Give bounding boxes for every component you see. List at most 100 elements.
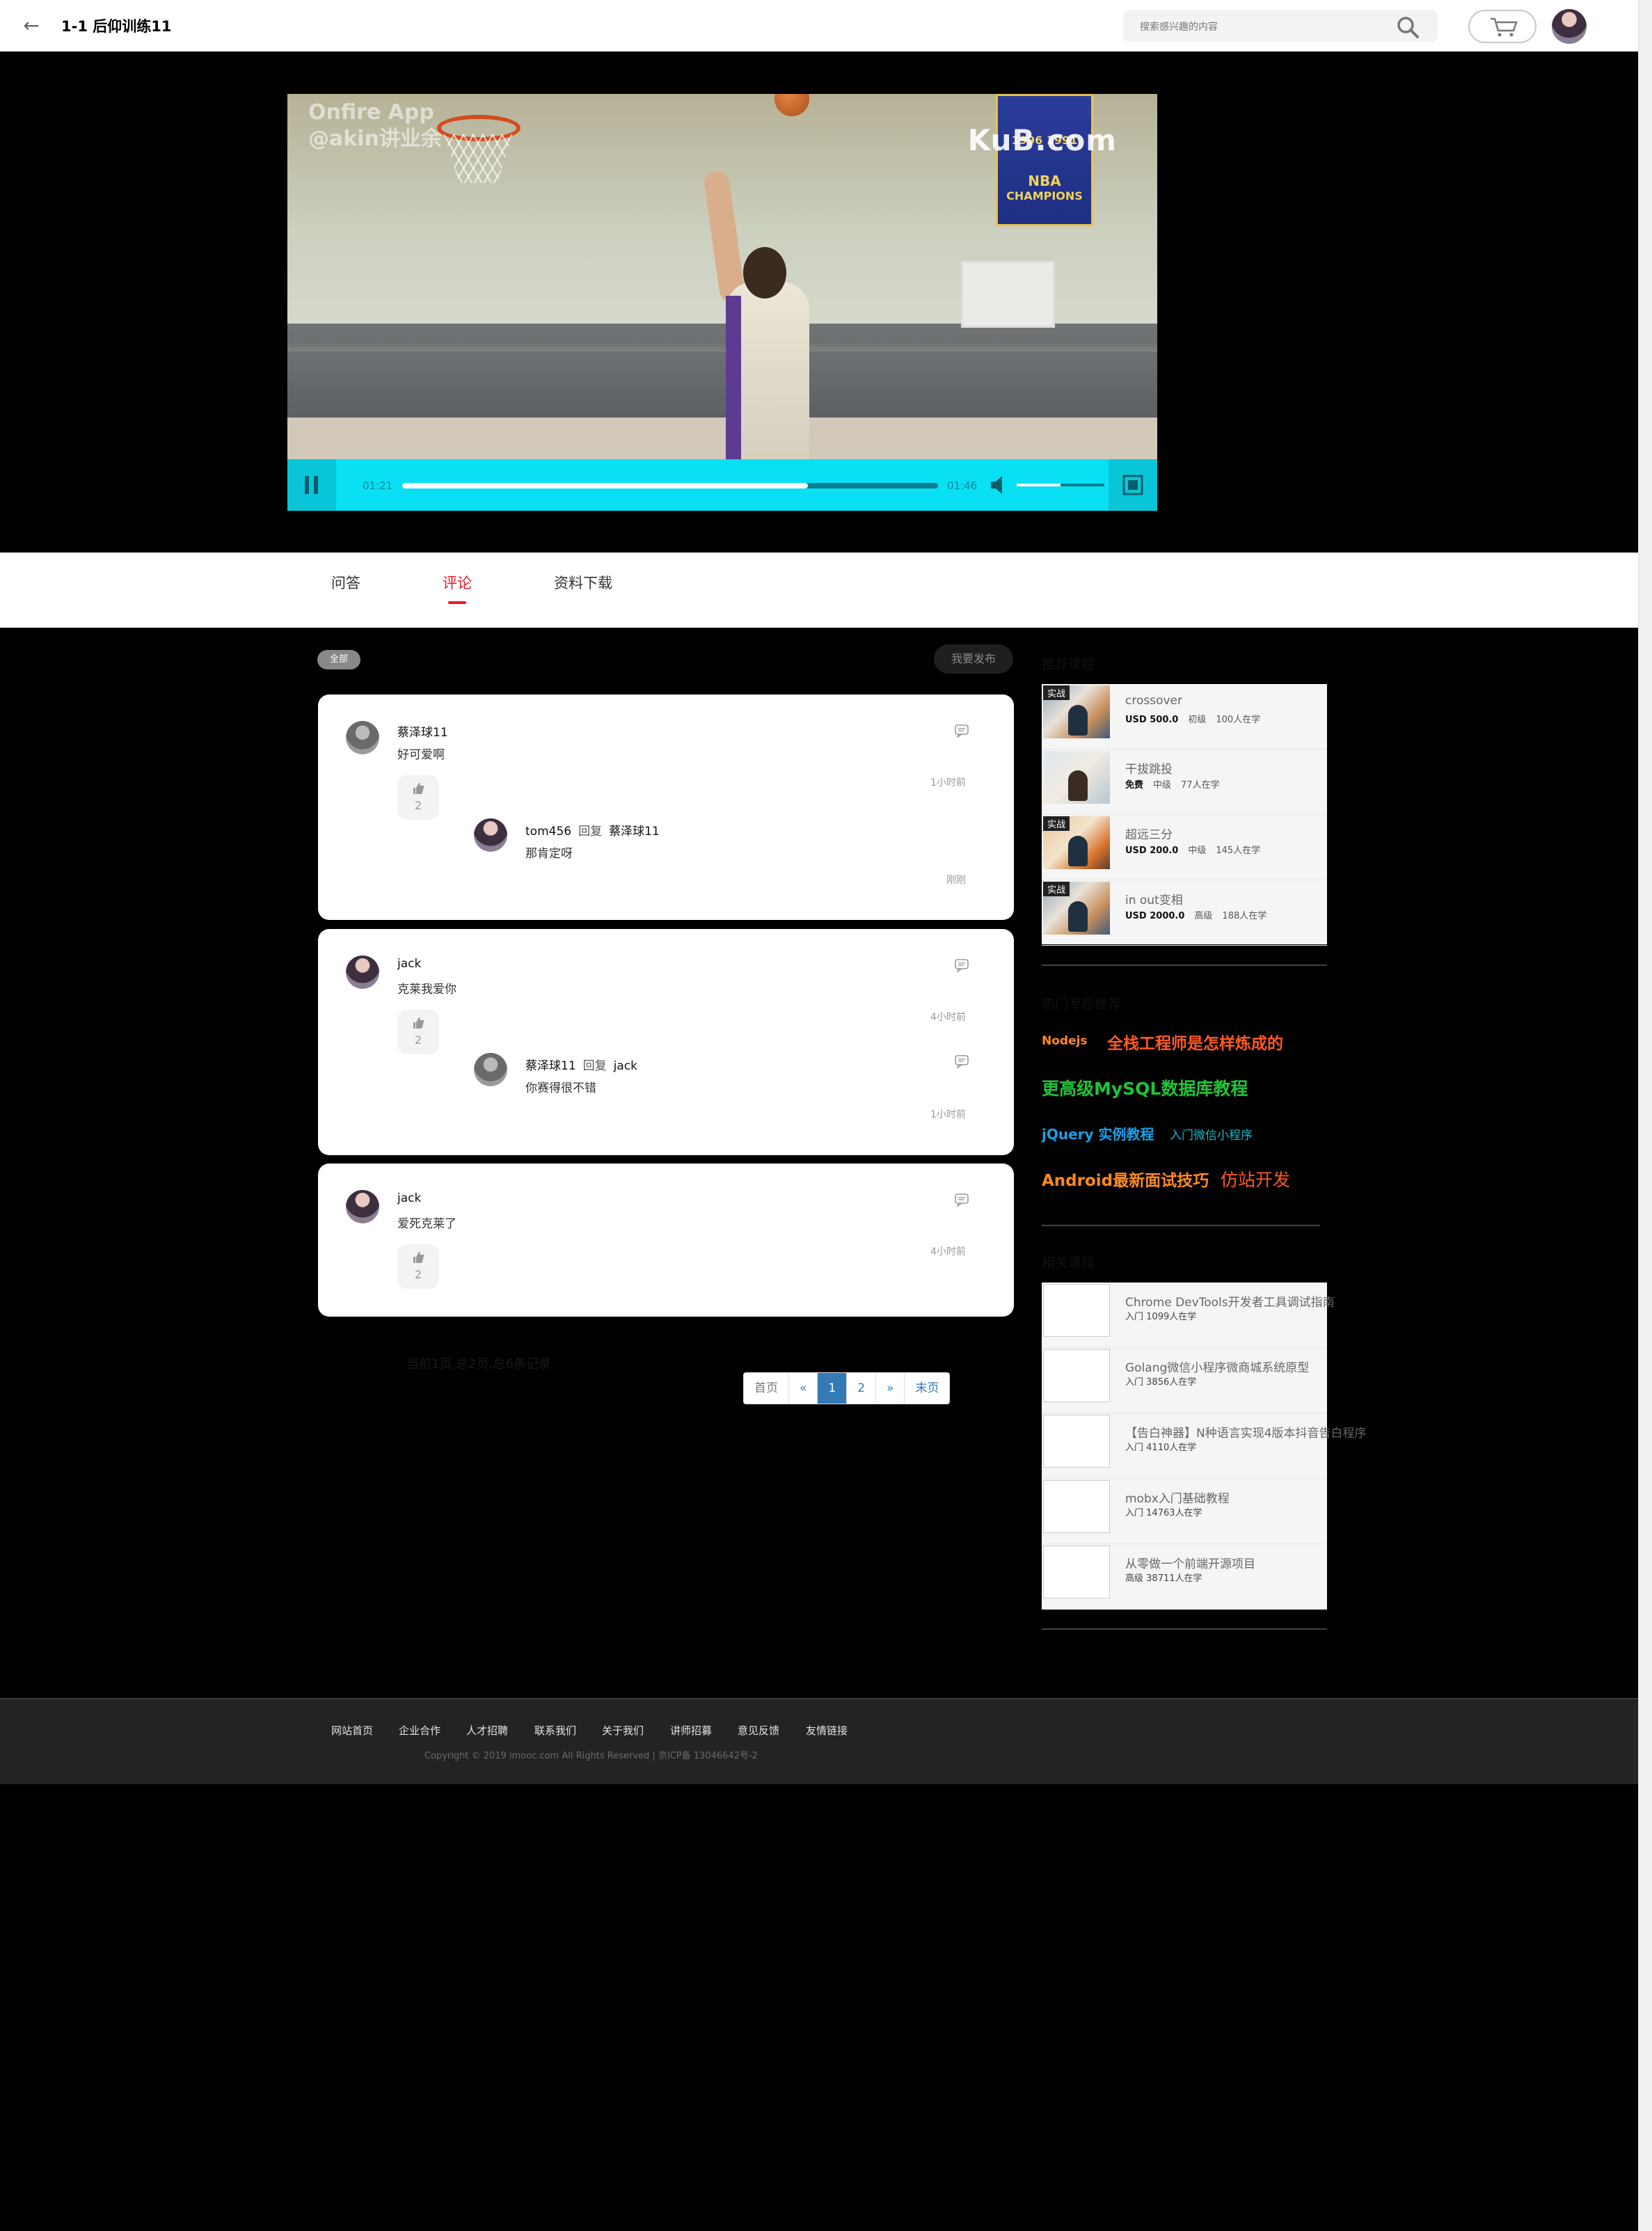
reply-icon[interactable] [954, 1193, 969, 1207]
like-button[interactable]: 2 [397, 1244, 439, 1289]
tab-comments[interactable]: 评论 [443, 572, 472, 604]
related-course-item[interactable]: 【告白神器】N种语言实现4版本抖音告白程序 入门 4110人在学 [1042, 1413, 1367, 1479]
player-figure [702, 169, 830, 459]
reply-username[interactable]: tom456 [525, 825, 571, 839]
fullscreen-icon [1122, 475, 1143, 495]
footer-link[interactable]: 企业合作 [399, 1723, 440, 1738]
page-1-button[interactable]: 1 [817, 1373, 847, 1404]
related-course-item[interactable]: Golang微信小程序微商城系统原型 入门 3856人在学 [1042, 1348, 1327, 1413]
course-level: 入门 [1125, 1312, 1144, 1322]
like-button[interactable]: 2 [397, 775, 439, 820]
comment-time: 1小时前 [930, 777, 966, 788]
page-2-button[interactable]: 2 [846, 1373, 875, 1404]
reply-word: 回复 [582, 1059, 607, 1073]
course-title: crossover [1125, 694, 1182, 708]
volume-icon[interactable] [989, 475, 1008, 495]
like-count: 2 [414, 1033, 422, 1047]
footer-link[interactable]: 关于我们 [602, 1723, 644, 1738]
fullscreen-button[interactable] [1109, 459, 1157, 511]
course-title: Chrome DevTools开发者工具调试指南 [1125, 1296, 1335, 1310]
last-page-button[interactable]: 末页 [904, 1373, 949, 1404]
course-meta: 入门 4110人在学 [1125, 1440, 1196, 1453]
course-title: 干拔跳投 [1125, 763, 1173, 777]
avatar [346, 1190, 379, 1223]
pause-button[interactable] [287, 459, 336, 511]
duration: 01:46 [947, 479, 978, 492]
hot-keyword[interactable]: jQuery 实例教程 [1042, 1123, 1154, 1143]
course-item[interactable]: 实战 超远三分 USD 200.0 中级 145人在学 [1042, 815, 1327, 880]
course-thumbnail [1043, 1349, 1110, 1402]
course-price: USD 200.0 [1125, 845, 1179, 856]
thumbs-up-icon [413, 1252, 424, 1263]
search-input[interactable]: 搜索感兴趣的内容 [1140, 19, 1218, 33]
hot-keyword[interactable]: Android最新面试技巧 [1042, 1167, 1209, 1191]
comment-username[interactable]: 蔡泽球11 [397, 722, 448, 740]
related-list: Chrome DevTools开发者工具调试指南 入门 1099人在学 Gola… [1042, 1283, 1367, 1610]
footer-link[interactable]: 联系我们 [534, 1723, 576, 1738]
course-thumbnail [1043, 1415, 1110, 1468]
footer-link[interactable]: 友情链接 [806, 1723, 848, 1738]
avatar [474, 818, 507, 852]
course-meta: USD 200.0 中级 145人在学 [1125, 843, 1270, 856]
reply-icon[interactable] [954, 958, 969, 972]
search-icon[interactable] [1396, 15, 1420, 39]
like-count: 2 [414, 1268, 422, 1281]
related-course-item[interactable]: mobx入门基础教程 入门 14763人在学 [1042, 1479, 1327, 1544]
hot-keyword[interactable]: 更高级MySQL数据库教程 [1042, 1075, 1248, 1100]
course-item[interactable]: 干拔跳投 免费 中级 77人在学 [1042, 749, 1327, 815]
video-frame[interactable]: 1996 1991 NBA CHAMPIONS Onfire App @akin… [287, 94, 1157, 459]
reply-username[interactable]: 蔡泽球11 [525, 1059, 576, 1073]
filter-all-button[interactable]: 全部 [317, 650, 360, 669]
course-thumbnail: 实战 [1043, 816, 1110, 869]
course-level: 高级 [1125, 1573, 1144, 1584]
reply-target[interactable]: 蔡泽球11 [609, 825, 660, 839]
reply-target[interactable]: jack [614, 1059, 637, 1073]
course-item[interactable]: 实战 in out变相 USD 2000.0 高级 188人在学 [1042, 880, 1327, 946]
user-avatar[interactable] [1552, 9, 1587, 44]
course-title: 【告白神器】N种语言实现4版本抖音告白程序 [1125, 1427, 1367, 1440]
reply-line: tom456 回复 蔡泽球11 [525, 821, 660, 839]
course-title: in out变相 [1125, 894, 1183, 907]
copyright: Copyright © 2019 imooc.com All Rights Re… [424, 1751, 758, 1761]
course-students: 4110人在学 [1146, 1443, 1197, 1453]
like-button[interactable]: 2 [397, 1010, 439, 1054]
hot-keyword[interactable]: 仿站开发 [1221, 1166, 1290, 1191]
course-item[interactable]: 实战 crossover USD 500.0 初级 100人在学 [1042, 684, 1327, 749]
progress-bar[interactable] [402, 483, 938, 489]
hot-keyword[interactable]: 入门微信小程序 [1170, 1125, 1253, 1143]
publish-button[interactable]: 我要发布 [934, 644, 1013, 674]
site-footer: 网站首页 企业合作 人才招聘 联系我们 关于我们 讲师招募 意见反馈 友情链接 … [0, 1698, 1638, 1784]
course-meta: USD 2000.0 高级 188人在学 [1125, 908, 1276, 921]
reply-icon[interactable] [954, 1054, 969, 1068]
cart-button[interactable] [1468, 10, 1536, 43]
related-course-item[interactable]: Chrome DevTools开发者工具调试指南 入门 1099人在学 [1042, 1283, 1335, 1348]
course-meta: 免费 中级 77人在学 [1125, 777, 1230, 791]
course-level: 中级 [1153, 780, 1172, 791]
footer-link[interactable]: 意见反馈 [738, 1723, 779, 1738]
hot-keyword[interactable]: Nodejs [1042, 1034, 1088, 1048]
course-students: 3856人在学 [1146, 1377, 1197, 1388]
footer-link[interactable]: 人才招聘 [466, 1723, 508, 1738]
first-page-button[interactable]: 首页 [744, 1373, 788, 1404]
footer-link[interactable]: 讲师招募 [670, 1723, 712, 1738]
avatar [474, 1053, 507, 1086]
tab-downloads[interactable]: 资料下载 [554, 572, 612, 593]
prev-page-button[interactable]: « [788, 1373, 817, 1404]
comment-username[interactable]: jack [397, 957, 421, 971]
hot-keyword[interactable]: 全栈工程师是怎样炼成的 [1107, 1030, 1283, 1054]
next-page-button[interactable]: » [875, 1373, 904, 1404]
page-scrollbar[interactable] [1638, 0, 1652, 2231]
course-thumbnail [1043, 1546, 1110, 1598]
course-tag: 实战 [1043, 816, 1070, 831]
current-time: 01:21 [363, 479, 393, 492]
comment-card: jack 克莱我爱你 2 4小时前 蔡泽球11 回复 jack 你赛得很不错 1小时… [318, 929, 1014, 1155]
tab-qa[interactable]: 问答 [331, 572, 360, 593]
search-box[interactable]: 搜索感兴趣的内容 [1123, 10, 1438, 42]
back-arrow-icon[interactable]: ← [19, 14, 43, 38]
comment-username[interactable]: jack [397, 1191, 421, 1205]
volume-slider[interactable] [1017, 484, 1104, 486]
related-course-item[interactable]: 从零做一个前端开源项目 高级 38711人在学 [1042, 1544, 1327, 1610]
reply-icon[interactable] [954, 724, 969, 738]
footer-link[interactable]: 网站首页 [331, 1723, 373, 1738]
thumbs-up-icon [413, 1017, 424, 1029]
